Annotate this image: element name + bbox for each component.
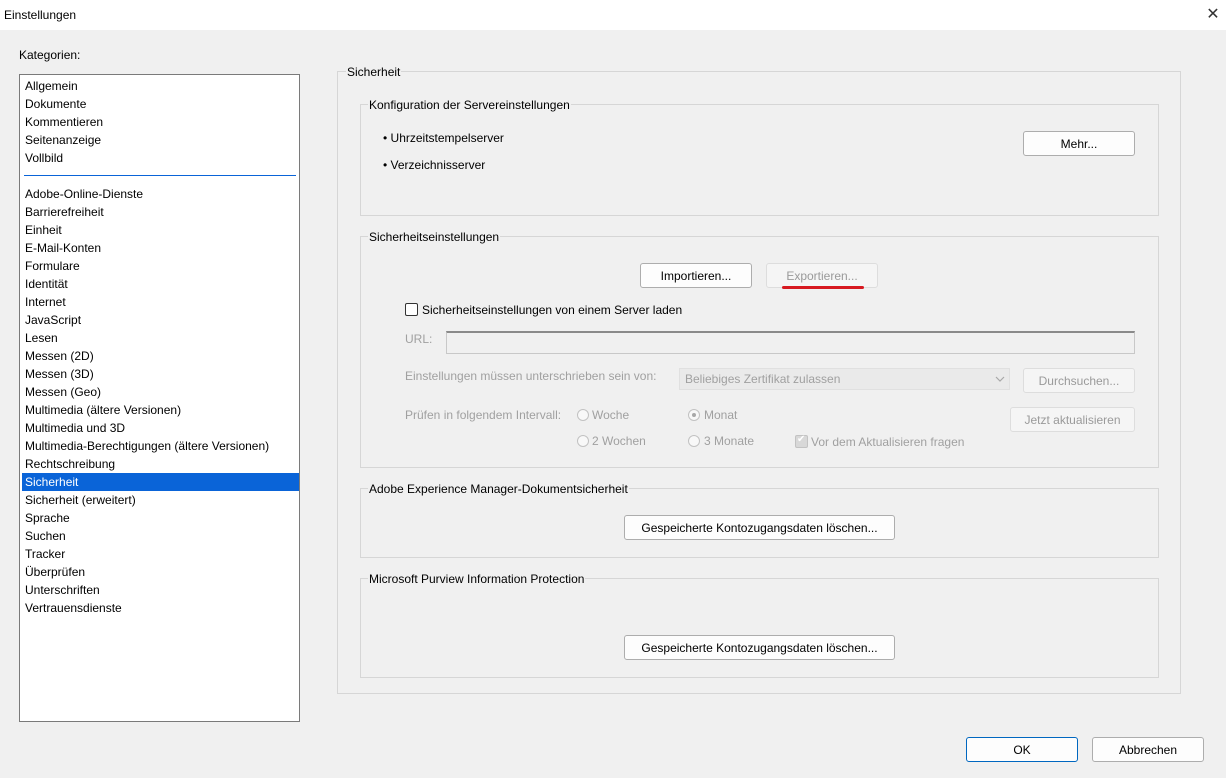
category-item-identitat[interactable]: Identität [22,275,299,293]
browse-button[interactable]: Durchsuchen... [1023,368,1135,393]
category-item-vertrauensdienste[interactable]: Vertrauensdienste [22,599,299,617]
update-now-button[interactable]: Jetzt aktualisieren [1010,407,1135,432]
radio-month-label: Monat [704,408,738,422]
purview-title: Microsoft Purview Information Protection [368,572,586,586]
close-icon[interactable]: ✕ [1200,2,1226,28]
interval-label: Prüfen in folgendem Intervall: [405,408,562,422]
title-bar [0,0,1226,30]
category-item-seitenanzeige[interactable]: Seitenanzeige [22,131,299,149]
import-button[interactable]: Importieren... [640,263,752,288]
security-settings-title: Sicherheitseinstellungen [368,230,501,244]
more-button[interactable]: Mehr... [1023,131,1135,156]
category-item-multimedia-und-3d[interactable]: Multimedia und 3D [22,419,299,437]
radio-week-label: Woche [592,408,630,422]
signed-by-select-value: Beliebiges Zertifikat zulassen [685,372,841,386]
purview-clear-credentials-button[interactable]: Gespeicherte Kontozugangsdaten löschen..… [624,635,895,660]
checkmark-icon: ✔ [797,434,806,445]
aem-clear-credentials-button[interactable]: Gespeicherte Kontozugangsdaten löschen..… [624,515,895,540]
radio-three-months-label: 3 Monate [704,434,755,448]
category-separator [24,175,296,176]
export-underline-annotation [782,286,864,289]
ok-button[interactable]: OK [966,737,1078,762]
window-title: Einstellungen [4,8,77,22]
radio-month[interactable] [688,409,700,421]
category-item-multimedia-berechtigungen-altere-versionen[interactable]: Multimedia-Berechtigungen (ältere Versio… [22,437,299,455]
radio-week[interactable] [577,409,589,421]
category-item-unterschriften[interactable]: Unterschriften [22,581,299,599]
signed-by-label: Einstellungen müssen unterschrieben sein… [405,369,657,383]
category-item-allgemein[interactable]: Allgemein [22,77,299,95]
load-from-server-label[interactable]: Sicherheitseinstellungen von einem Serve… [422,303,682,317]
directory-server-item: • Verzeichnisserver [383,158,486,172]
category-item-uberprufen[interactable]: Überprüfen [22,563,299,581]
categories-label: Kategorien: [19,48,81,62]
server-config-title: Konfiguration der Servereinstellungen [368,98,571,112]
category-item-javascript[interactable]: JavaScript [22,311,299,329]
ask-before-update-label: Vor dem Aktualisieren fragen [811,435,965,449]
export-button[interactable]: Exportieren... [766,263,878,288]
radio-selected-dot [692,413,696,417]
category-item-adobe-online-dienste[interactable]: Adobe-Online-Dienste [22,185,299,203]
radio-two-weeks[interactable] [577,435,589,447]
category-item-barrierefreiheit[interactable]: Barrierefreiheit [22,203,299,221]
purview-group [360,578,1159,678]
signed-by-select[interactable]: Beliebiges Zertifikat zulassen [679,368,1010,390]
aem-title: Adobe Experience Manager-Dokumentsicherh… [368,482,629,496]
category-item-internet[interactable]: Internet [22,293,299,311]
category-item-einheit[interactable]: Einheit [22,221,299,239]
category-item-rechtschreibung[interactable]: Rechtschreibung [22,455,299,473]
category-item-lesen[interactable]: Lesen [22,329,299,347]
cancel-button[interactable]: Abbrechen [1092,737,1204,762]
category-item-sprache[interactable]: Sprache [22,509,299,527]
category-item-tracker[interactable]: Tracker [22,545,299,563]
category-item-sicherheit[interactable]: Sicherheit [22,473,299,491]
category-list[interactable]: Allgemein Dokumente Kommentieren Seitenanze… [19,74,300,722]
category-item-formulare[interactable]: Formulare [22,257,299,275]
url-label: URL: [405,332,433,346]
category-item-multimedia-altere-versionen[interactable]: Multimedia (ältere Versionen) [22,401,299,419]
category-item-kommentieren[interactable]: Kommentieren [22,113,299,131]
chevron-down-icon [995,376,1005,382]
load-from-server-checkbox[interactable] [405,303,418,316]
category-item-e-mail-konten[interactable]: E-Mail-Konten [22,239,299,257]
section-title: Sicherheit [346,65,402,79]
category-item-messen-2d[interactable]: Messen (2D) [22,347,299,365]
category-item-sicherheit-erweitert[interactable]: Sicherheit (erweitert) [22,491,299,509]
url-input[interactable] [446,331,1135,354]
category-item-messen-geo[interactable]: Messen (Geo) [22,383,299,401]
category-item-dokumente[interactable]: Dokumente [22,95,299,113]
radio-two-weeks-label: 2 Wochen [592,434,646,448]
radio-three-months[interactable] [688,435,700,447]
category-item-vollbild[interactable]: Vollbild [22,149,299,167]
category-item-messen-3d[interactable]: Messen (3D) [22,365,299,383]
timestamp-server-item: • Uhrzeitstempelserver [383,131,504,145]
ask-before-update-checkbox[interactable]: ✔ [795,434,808,448]
category-item-suchen[interactable]: Suchen [22,527,299,545]
